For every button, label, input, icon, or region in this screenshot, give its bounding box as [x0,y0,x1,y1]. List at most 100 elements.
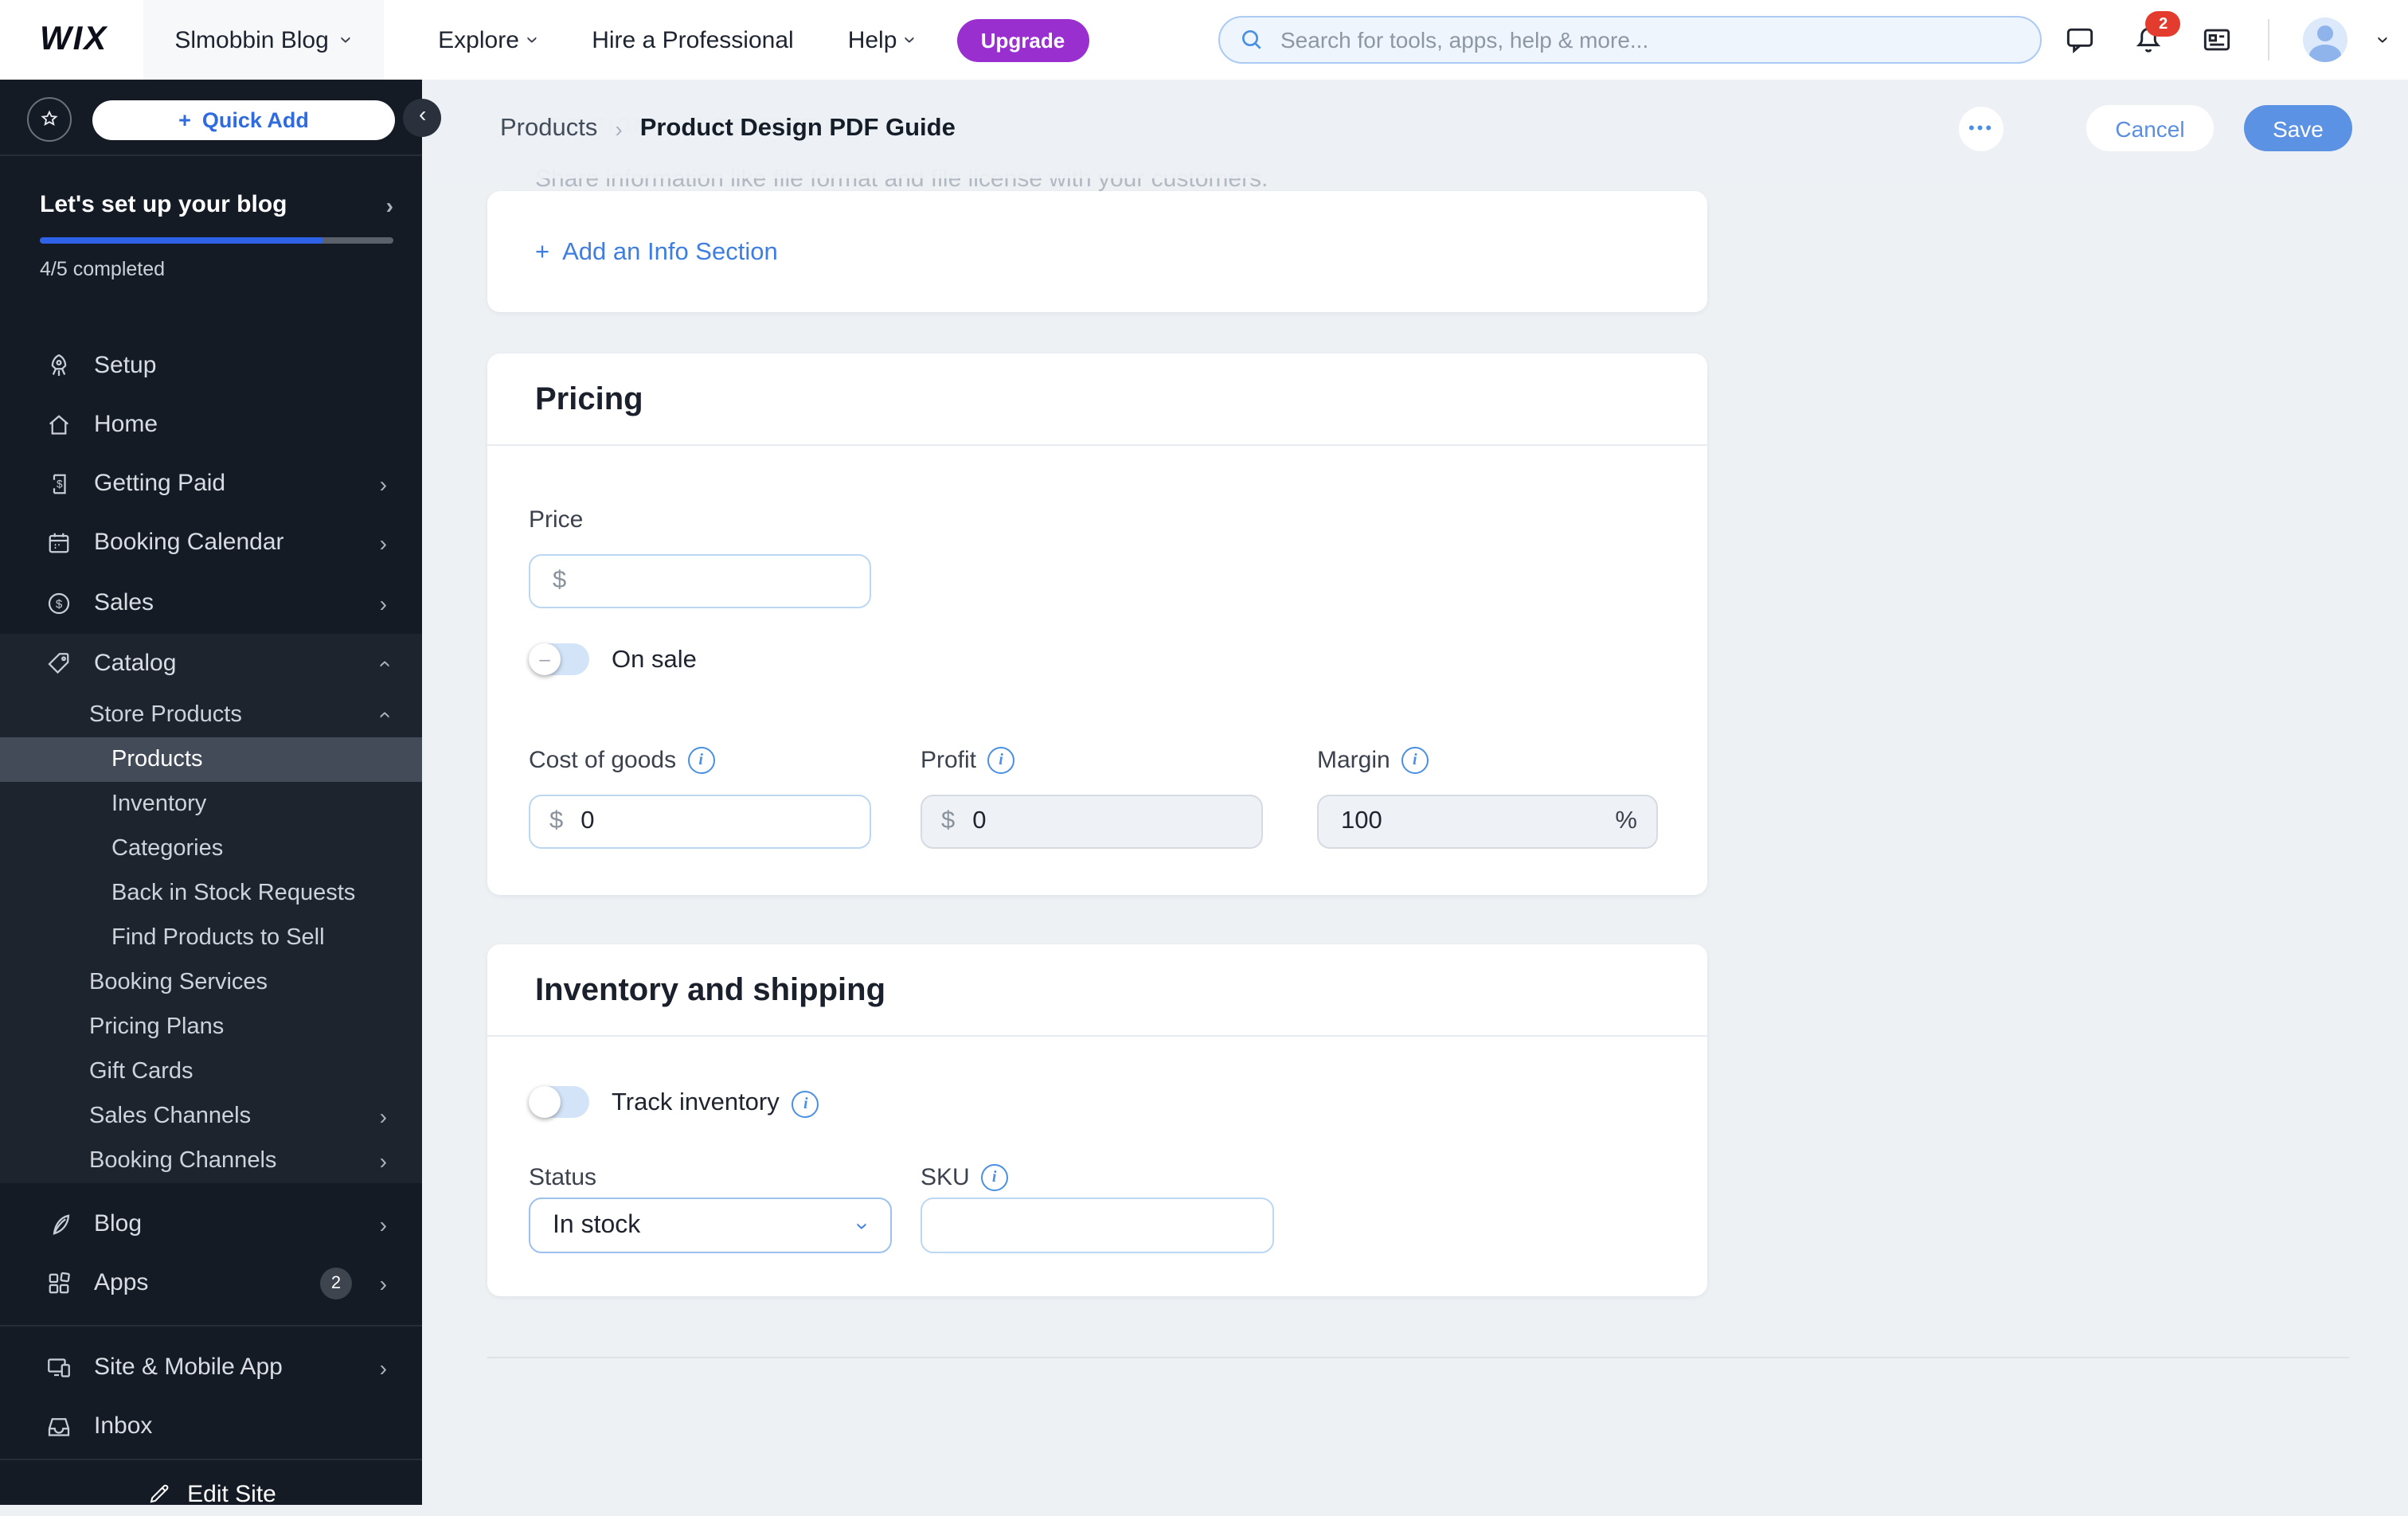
avatar [2303,18,2348,62]
margin-input [1338,806,1603,838]
info-icon[interactable]: i [1401,747,1429,774]
top-nav: Explore › Hire a Professional Help › [438,26,924,53]
upgrade-button[interactable]: Upgrade [956,18,1089,61]
sidebar-item-inbox[interactable]: Inbox [0,1397,422,1455]
sidebar-item-categories[interactable]: Categories [0,826,422,871]
nav-explore[interactable]: Explore › [438,26,546,53]
info-icon[interactable]: i [687,747,715,774]
setup-progress-bar [40,237,393,244]
sidebar-item-site-mobile-app[interactable]: Site & Mobile App › [0,1338,422,1397]
chevron-right-icon: › [379,1354,387,1380]
cost-of-goods-field-wrap: $ [529,795,871,849]
breadcrumb-products-link[interactable]: Products [500,115,597,143]
quick-add-button[interactable]: + Quick Add [92,100,395,139]
save-button[interactable]: Save [2244,105,2352,151]
chevron-right-icon: › [379,471,387,496]
sidebar-item-back-in-stock-requests[interactable]: Back in Stock Requests [0,871,422,916]
news-button[interactable] [2200,22,2235,57]
dollar-circle-icon: $ [45,588,73,617]
tag-icon [45,649,73,678]
sidebar-item-pricing-plans[interactable]: Pricing Plans [0,1005,422,1049]
page-header: Products › Product Design PDF Guide ••• … [422,80,2408,178]
setup-progress-fill [40,237,323,244]
sidebar-item-booking-channels[interactable]: Booking Channels › [0,1139,422,1183]
toggle-knob [529,1086,561,1118]
chevron-right-icon: › [385,192,393,217]
edit-site-button[interactable]: Edit Site [0,1471,422,1516]
sidebar-item-store-products[interactable]: Store Products › [0,693,422,737]
account-menu[interactable] [2303,18,2348,62]
nav-hire-a-professional[interactable]: Hire a Professional [592,26,793,53]
top-bar-icons: 2 › [2063,0,2398,80]
margin-field-wrap: % [1317,795,1658,849]
site-name: Slmobbin Blog [174,26,329,53]
cost-of-goods-input[interactable] [577,806,850,838]
sidebar-item-getting-paid[interactable]: $ Getting Paid › [0,454,422,513]
sidebar-item-apps[interactable]: Apps 2 › [0,1253,422,1312]
setup-progress-caption: 4/5 completed [40,258,166,280]
divider [487,1357,2349,1358]
sidebar-collapse-button[interactable]: › [403,99,441,137]
percent-suffix: % [1615,807,1637,834]
sidebar-item-products[interactable]: Products [0,737,422,782]
plus-icon: + [178,107,191,131]
sidebar-item-booking-calendar[interactable]: Booking Calendar › [0,513,422,572]
sidebar-item-setup[interactable]: Setup [0,336,422,395]
chevron-right-icon: › [379,1148,387,1174]
chevron-right-icon: › [379,529,387,555]
sidebar-item-find-products-to-sell[interactable]: Find Products to Sell [0,916,422,960]
price-input[interactable] [549,565,850,597]
calendar-icon [45,528,73,557]
on-sale-toggle[interactable]: – [529,643,589,675]
sidebar-item-sales-channels[interactable]: Sales Channels › [0,1094,422,1139]
plus-icon: + [535,239,550,266]
chevron-right-icon: › [379,1270,387,1295]
sidebar-item-catalog[interactable]: Catalog › [0,634,422,693]
chevron-up-icon: › [370,659,397,667]
sidebar-item-inventory[interactable]: Inventory [0,782,422,826]
site-selector[interactable]: Slmobbin Blog › [143,0,385,80]
rocket-icon [45,351,73,380]
nav-help[interactable]: Help › [848,26,924,53]
status-dropdown[interactable]: In stock › [529,1198,892,1253]
pricing-title: Pricing [535,382,643,417]
add-info-section-link[interactable]: + Add an Info Section [535,239,778,268]
page-title: Product Design PDF Guide [639,115,956,142]
info-icon[interactable]: i [792,1090,819,1117]
inventory-shipping-card: Inventory and shipping Track inventory i… [487,944,1707,1296]
wix-dashboard: WIX Slmobbin Blog › Explore › Hire a Pro… [0,0,2408,1507]
margin-label: Margin i [1317,747,1429,774]
apps-count-badge: 2 [320,1267,352,1299]
pencil-icon [149,1484,168,1503]
notifications-button[interactable]: 2 [2132,11,2181,57]
invoice-icon: $ [45,469,73,498]
divider [2268,19,2270,61]
chevron-right-icon: › [379,1104,387,1129]
more-actions-button[interactable]: ••• [1959,107,2003,151]
track-inventory-label: Track inventory i [612,1089,819,1118]
sidebar-item-blog[interactable]: Blog › [0,1194,422,1253]
setup-checklist[interactable]: Let's set up your blog › [40,191,393,218]
sidebar-item-booking-services[interactable]: Booking Services [0,960,422,1005]
favorites-button[interactable] [27,97,72,142]
chat-icon [2067,28,2093,53]
info-icon[interactable]: i [980,1164,1008,1191]
chevron-right-icon: › [379,590,387,615]
chevron-down-icon[interactable]: › [2372,36,2398,43]
chevron-down-icon: › [521,36,547,44]
sidebar-item-sales[interactable]: $ Sales › [0,573,422,632]
global-search[interactable] [1218,16,2042,64]
inbox-icon [45,1412,73,1440]
svg-text:$: $ [56,596,63,610]
sidebar-item-home[interactable]: Home [0,395,422,454]
divider [487,1035,1707,1037]
sku-input[interactable] [941,1209,1253,1241]
chat-button[interactable] [2063,22,2098,57]
sidebar-item-gift-cards[interactable]: Gift Cards [0,1049,422,1094]
search-input[interactable] [1277,25,2021,54]
track-inventory-toggle[interactable] [529,1086,589,1118]
cancel-button[interactable]: Cancel [2086,105,2214,151]
toggle-knob: – [529,643,561,675]
info-icon[interactable]: i [987,747,1015,774]
pricing-card: Pricing Price – On sale Cost of goods i … [487,354,1707,895]
